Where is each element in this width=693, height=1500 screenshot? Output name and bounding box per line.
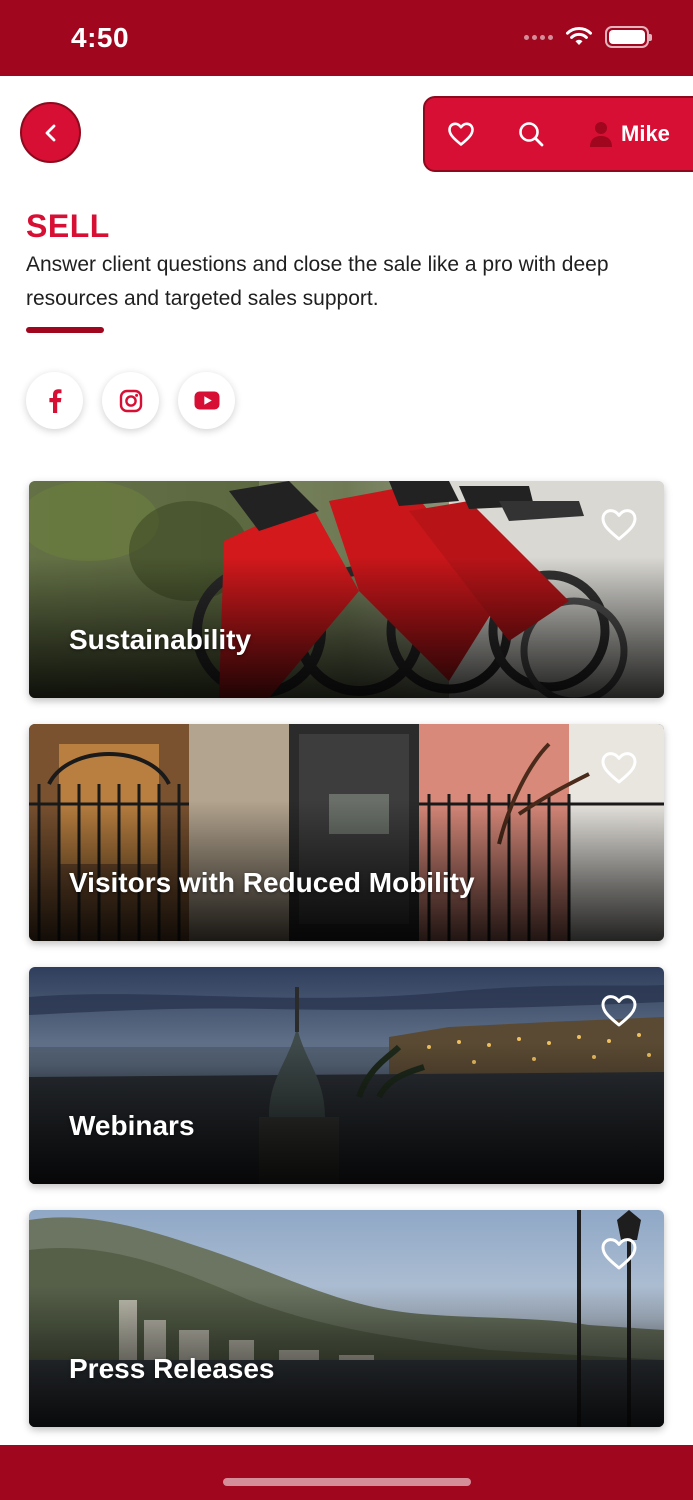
user-profile-button[interactable]: Mike — [589, 112, 670, 156]
favorites-button[interactable] — [443, 112, 479, 156]
facebook-icon — [48, 388, 61, 413]
favorite-heart-icon[interactable] — [599, 993, 639, 1029]
favorite-heart-icon[interactable] — [599, 750, 639, 786]
wifi-icon — [566, 27, 592, 45]
card-shade — [29, 481, 664, 698]
instagram-button[interactable] — [102, 372, 159, 429]
category-card-press-releases[interactable]: Press Releases — [29, 1210, 664, 1427]
youtube-button[interactable] — [178, 372, 235, 429]
card-title: Press Releases — [69, 1353, 275, 1384]
card-shade — [29, 724, 664, 941]
instagram-icon — [119, 389, 142, 412]
card-title: Sustainability — [69, 624, 252, 655]
youtube-icon — [194, 391, 219, 410]
chevron-left-icon — [45, 124, 55, 141]
favorite-heart-icon[interactable] — [599, 1236, 639, 1272]
favorite-heart-icon[interactable] — [599, 507, 639, 543]
status-bar: 4:50 — [0, 0, 693, 76]
card-shade — [29, 1210, 664, 1427]
social-links — [26, 372, 235, 429]
page-title: SELL — [26, 208, 110, 244]
cellular-signal-icon — [524, 34, 553, 40]
person-icon — [590, 122, 612, 147]
bottom-bar — [0, 1445, 693, 1500]
category-card-sustainability[interactable]: Sustainability — [29, 481, 664, 698]
search-icon — [519, 122, 544, 147]
back-button[interactable] — [20, 102, 81, 163]
category-card-reduced-mobility[interactable]: Visitors with Reduced Mobility — [29, 724, 664, 941]
card-shade — [29, 967, 664, 1184]
facebook-button[interactable] — [26, 372, 83, 429]
battery-icon — [605, 26, 652, 48]
title-underline — [26, 327, 104, 333]
page-description: Answer client questions and close the sa… — [26, 253, 609, 310]
card-title: Visitors with Reduced Mobility — [69, 867, 475, 898]
user-name: Mike — [621, 121, 670, 146]
heart-icon — [448, 122, 474, 146]
search-button[interactable] — [513, 112, 549, 156]
home-indicator[interactable] — [223, 1478, 471, 1486]
category-card-webinars[interactable]: Webinars — [29, 967, 664, 1184]
status-time: 4:50 — [71, 22, 130, 53]
card-title: Webinars — [69, 1110, 195, 1141]
status-icons — [524, 26, 652, 48]
top-actions-bar: Mike — [423, 96, 693, 172]
